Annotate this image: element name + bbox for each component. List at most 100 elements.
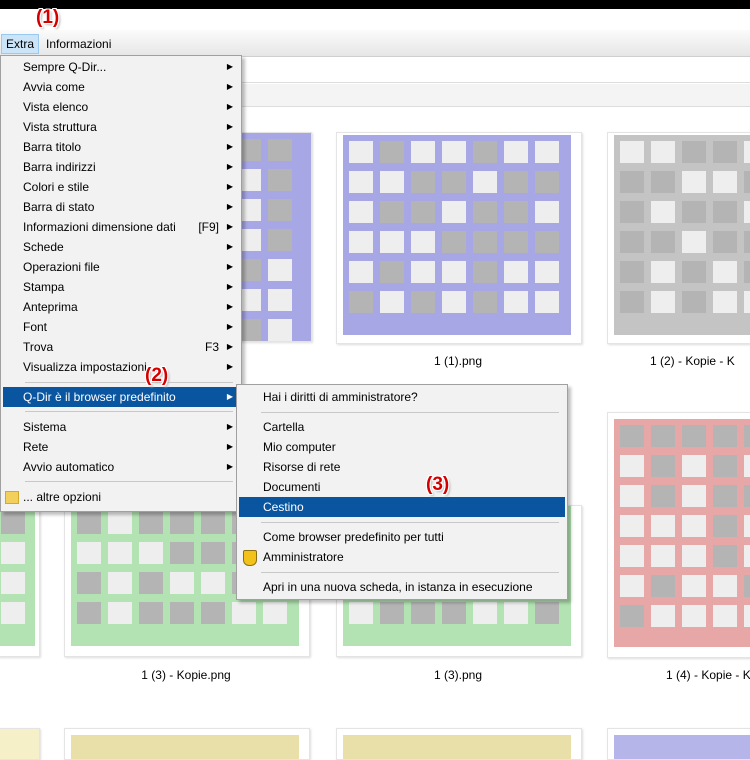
pixel-cell (77, 542, 101, 564)
pixel-cell (442, 171, 466, 193)
image-preview (343, 135, 571, 335)
thumbnail-row3[interactable] (336, 728, 582, 760)
menu-item-info-dimensione[interactable]: Informazioni dimensione dati [F9] ▶ (3, 217, 239, 237)
menu-item-colori-stile[interactable]: Colori e stile ▶ (3, 177, 239, 197)
menu-item-stampa[interactable]: Stampa ▶ (3, 277, 239, 297)
thumbnail-1-2-kopie[interactable] (607, 132, 750, 344)
menu-item-sempre-qdir[interactable]: Sempre Q-Dir... ▶ (3, 57, 239, 77)
menu-item-sistema[interactable]: Sistema ▶ (3, 417, 239, 437)
menu-extra[interactable]: Extra (1, 34, 40, 54)
submenu-item-nuova-scheda[interactable]: Apri in una nuova scheda, in istanza in … (239, 577, 565, 597)
pixel-cell (201, 602, 225, 624)
menu-item-barra-indirizzi[interactable]: Barra indirizzi ▶ (3, 157, 239, 177)
menu-item-anteprima[interactable]: Anteprima ▶ (3, 297, 239, 317)
pixel-cell (380, 291, 404, 313)
menu-informazioni[interactable]: Informazioni (42, 35, 115, 53)
submenu-arrow-icon: ▶ (226, 442, 233, 451)
pixel-cell (349, 141, 373, 163)
pixel-cell (682, 425, 706, 447)
pixel-cell (1, 602, 25, 624)
pixel-cell (170, 602, 194, 624)
pixel-cell (268, 169, 292, 191)
menu-item-altre-opzioni[interactable]: ... altre opzioni (3, 487, 239, 507)
pixel-cell (411, 261, 435, 283)
thumbnail-1-1[interactable] (336, 132, 582, 344)
callout-2: (2) (145, 365, 169, 386)
pixel-cell (744, 545, 750, 567)
thumbnail-row3[interactable] (64, 728, 310, 760)
pixel-cell (620, 201, 644, 223)
menu-item-schede[interactable]: Schede ▶ (3, 237, 239, 257)
pixel-cell (139, 542, 163, 564)
pixel-cell (108, 542, 132, 564)
thumbnail-row3[interactable] (0, 728, 40, 760)
submenu-item-browser-per-tutti[interactable]: Come browser predefinito per tutti (239, 527, 565, 547)
submenu-arrow-icon: ▶ (226, 222, 233, 231)
menu-item-barra-stato[interactable]: Barra di stato ▶ (3, 197, 239, 217)
thumbnail-caption: 1 (2) - Kopie - K (650, 354, 735, 368)
pixel-cell (620, 485, 644, 507)
pixel-cell (442, 141, 466, 163)
menu-item-vista-elenco[interactable]: Vista elenco ▶ (3, 97, 239, 117)
pixel-cell (349, 201, 373, 223)
pixel-cell (411, 602, 435, 624)
submenu-item-amministratore[interactable]: Amministratore (239, 547, 565, 567)
menu-item-barra-titolo[interactable]: Barra titolo ▶ (3, 137, 239, 157)
pixel-cell (504, 201, 528, 223)
menu-item-browser-predefinito[interactable]: Q-Dir è il browser predefinito ▶ (3, 387, 239, 407)
pixel-cell (713, 141, 737, 163)
submenu-arrow-icon: ▶ (226, 82, 233, 91)
pixel-cell (620, 291, 644, 313)
submenu-item-cestino[interactable]: Cestino (239, 497, 565, 517)
pixel-cell (268, 229, 292, 251)
menu-item-trova[interactable]: Trova F3 ▶ (3, 337, 239, 357)
submenu-item-documenti[interactable]: Documenti (239, 477, 565, 497)
pixel-cell (744, 455, 750, 477)
pixel-cell (349, 171, 373, 193)
pixel-cell (744, 231, 750, 253)
menu-item-operazioni-file[interactable]: Operazioni file ▶ (3, 257, 239, 277)
address-bar[interactable] (238, 58, 750, 83)
submenu-arrow-icon: ▶ (226, 262, 233, 271)
menu-item-avvia-come[interactable]: Avvia come ▶ (3, 77, 239, 97)
pixel-cell (651, 455, 675, 477)
pixel-cell (139, 512, 163, 534)
menu-item-visualizza-impostazioni[interactable]: Visualizza impostazioni ▶ (3, 357, 239, 377)
submenu-item-diritti-admin[interactable]: Hai i diritti di amministratore? (239, 387, 565, 407)
image-preview (231, 133, 311, 341)
callout-1: (1) (36, 7, 60, 28)
submenu-item-mio-computer[interactable]: Mio computer (239, 437, 565, 457)
submenu-arrow-icon: ▶ (226, 282, 233, 291)
thumbnail-caption: 1 (4) - Kopie - K (666, 668, 750, 682)
thumbnail-caption: 1 (1).png (433, 354, 483, 368)
thumbnail-1-4-kopie[interactable] (607, 412, 750, 658)
pixel-cell (620, 455, 644, 477)
pixel-cell (651, 201, 675, 223)
thumbnail-partial-left-top[interactable] (230, 132, 312, 342)
pixel-cell (504, 291, 528, 313)
pixel-cell (349, 602, 373, 624)
menu-bar: Extra Informazioni (0, 30, 750, 57)
image-preview (614, 419, 750, 647)
pixel-cell (713, 575, 737, 597)
pixel-cell (535, 201, 559, 223)
pixel-cell (170, 542, 194, 564)
pixel-cell (620, 425, 644, 447)
pixel-cell (620, 545, 644, 567)
thumbnail-row3[interactable] (607, 728, 750, 760)
thumbnail-left-edge[interactable] (0, 505, 40, 657)
pixel-cell (473, 141, 497, 163)
menu-item-vista-struttura[interactable]: Vista struttura ▶ (3, 117, 239, 137)
pixel-cell (201, 512, 225, 534)
pixel-cell (380, 171, 404, 193)
pixel-cell (504, 602, 528, 624)
pixel-cell (349, 231, 373, 253)
pixel-cell (232, 602, 256, 624)
menu-item-font[interactable]: Font ▶ (3, 317, 239, 337)
pixel-cell (268, 319, 292, 341)
menu-item-rete[interactable]: Rete ▶ (3, 437, 239, 457)
menu-item-avvio-automatico[interactable]: Avvio automatico ▶ (3, 457, 239, 477)
submenu-item-risorse-rete[interactable]: Risorse di rete (239, 457, 565, 477)
submenu-item-cartella[interactable]: Cartella (239, 417, 565, 437)
menu-separator (25, 382, 233, 383)
